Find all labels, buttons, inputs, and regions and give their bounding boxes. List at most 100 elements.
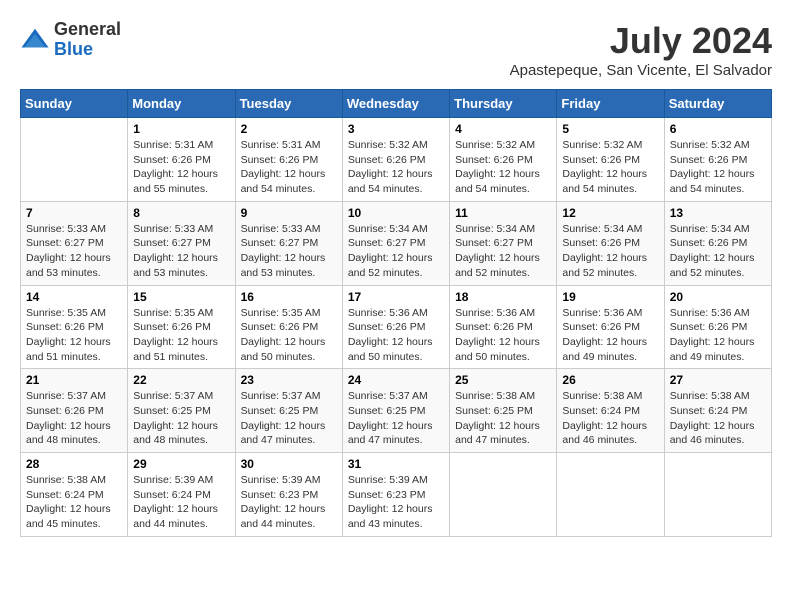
day-number: 11 <box>455 206 551 220</box>
calendar-day-cell: 26 Sunrise: 5:38 AM Sunset: 6:24 PM Dayli… <box>557 369 664 453</box>
calendar-day-cell <box>450 453 557 537</box>
calendar-day-cell: 7 Sunrise: 5:33 AM Sunset: 6:27 PM Daylig… <box>21 201 128 285</box>
day-info: Sunrise: 5:32 AM Sunset: 6:26 PM Dayligh… <box>670 138 766 197</box>
calendar-day-cell: 18 Sunrise: 5:36 AM Sunset: 6:26 PM Dayli… <box>450 285 557 369</box>
day-number: 29 <box>133 457 229 471</box>
day-number: 15 <box>133 290 229 304</box>
calendar-week-row: 14 Sunrise: 5:35 AM Sunset: 6:26 PM Dayli… <box>21 285 772 369</box>
day-number: 14 <box>26 290 122 304</box>
weekday-header-thursday: Thursday <box>450 90 557 118</box>
weekday-header-sunday: Sunday <box>21 90 128 118</box>
logo-general-text: General <box>54 20 121 40</box>
day-number: 19 <box>562 290 658 304</box>
calendar-day-cell: 31Sunrise: 5:39 AM Sunset: 6:23 PM Dayli… <box>342 453 449 537</box>
day-info: Sunrise: 5:36 AM Sunset: 6:26 PM Dayligh… <box>455 306 551 365</box>
weekday-header-friday: Friday <box>557 90 664 118</box>
calendar-day-cell: 22 Sunrise: 5:37 AM Sunset: 6:25 PM Dayli… <box>128 369 235 453</box>
day-number: 16 <box>241 290 337 304</box>
day-number: 18 <box>455 290 551 304</box>
calendar-day-cell: 23 Sunrise: 5:37 AM Sunset: 6:25 PM Dayli… <box>235 369 342 453</box>
day-info: Sunrise: 5:38 AM Sunset: 6:24 PM Dayligh… <box>562 389 658 448</box>
day-number: 26 <box>562 373 658 387</box>
location-subtitle: Apastepeque, San Vicente, El Salvador <box>510 62 772 79</box>
calendar-day-cell: 1 Sunrise: 5:31 AM Sunset: 6:26 PM Daylig… <box>128 118 235 202</box>
weekday-header-saturday: Saturday <box>664 90 771 118</box>
calendar-week-row: 28 Sunrise: 5:38 AM Sunset: 6:24 PM Dayli… <box>21 453 772 537</box>
day-number: 8 <box>133 206 229 220</box>
calendar-day-cell: 9 Sunrise: 5:33 AM Sunset: 6:27 PM Daylig… <box>235 201 342 285</box>
title-block: July 2024 Apastepeque, San Vicente, El S… <box>510 20 772 79</box>
day-number: 22 <box>133 373 229 387</box>
day-number: 13 <box>670 206 766 220</box>
day-number: 6 <box>670 122 766 136</box>
calendar-day-cell: 15 Sunrise: 5:35 AM Sunset: 6:26 PM Dayli… <box>128 285 235 369</box>
day-number: 31 <box>348 457 444 471</box>
day-number: 12 <box>562 206 658 220</box>
day-info: Sunrise: 5:38 AM Sunset: 6:24 PM Dayligh… <box>26 473 122 532</box>
day-info: Sunrise: 5:37 AM Sunset: 6:26 PM Dayligh… <box>26 389 122 448</box>
calendar-day-cell: 10Sunrise: 5:34 AM Sunset: 6:27 PM Dayli… <box>342 201 449 285</box>
day-info: Sunrise: 5:37 AM Sunset: 6:25 PM Dayligh… <box>241 389 337 448</box>
logo-icon <box>20 25 50 55</box>
calendar-day-cell: 17 Sunrise: 5:36 AM Sunset: 6:26 PM Dayli… <box>342 285 449 369</box>
day-info: Sunrise: 5:33 AM Sunset: 6:27 PM Dayligh… <box>241 222 337 281</box>
day-info: Sunrise: 5:31 AM Sunset: 6:26 PM Dayligh… <box>133 138 229 197</box>
calendar-week-row: 21Sunrise: 5:37 AM Sunset: 6:26 PM Dayli… <box>21 369 772 453</box>
day-info: Sunrise: 5:38 AM Sunset: 6:24 PM Dayligh… <box>670 389 766 448</box>
day-info: Sunrise: 5:35 AM Sunset: 6:26 PM Dayligh… <box>133 306 229 365</box>
day-info: Sunrise: 5:36 AM Sunset: 6:26 PM Dayligh… <box>670 306 766 365</box>
weekday-header-wednesday: Wednesday <box>342 90 449 118</box>
calendar-day-cell: 24Sunrise: 5:37 AM Sunset: 6:25 PM Dayli… <box>342 369 449 453</box>
calendar-body: 1 Sunrise: 5:31 AM Sunset: 6:26 PM Daylig… <box>21 118 772 537</box>
calendar-day-cell: 11Sunrise: 5:34 AM Sunset: 6:27 PM Dayli… <box>450 201 557 285</box>
day-number: 27 <box>670 373 766 387</box>
calendar-day-cell: 6 Sunrise: 5:32 AM Sunset: 6:26 PM Daylig… <box>664 118 771 202</box>
weekday-header-tuesday: Tuesday <box>235 90 342 118</box>
day-info: Sunrise: 5:37 AM Sunset: 6:25 PM Dayligh… <box>348 389 444 448</box>
calendar-header: SundayMondayTuesdayWednesdayThursdayFrid… <box>21 90 772 118</box>
weekday-header-row: SundayMondayTuesdayWednesdayThursdayFrid… <box>21 90 772 118</box>
day-number: 7 <box>26 206 122 220</box>
day-number: 1 <box>133 122 229 136</box>
calendar-day-cell: 3Sunrise: 5:32 AM Sunset: 6:26 PM Daylig… <box>342 118 449 202</box>
calendar-day-cell: 4 Sunrise: 5:32 AM Sunset: 6:26 PM Daylig… <box>450 118 557 202</box>
day-info: Sunrise: 5:32 AM Sunset: 6:26 PM Dayligh… <box>455 138 551 197</box>
day-info: Sunrise: 5:34 AM Sunset: 6:27 PM Dayligh… <box>348 222 444 281</box>
calendar-day-cell: 30Sunrise: 5:39 AM Sunset: 6:23 PM Dayli… <box>235 453 342 537</box>
calendar-day-cell: 13 Sunrise: 5:34 AM Sunset: 6:26 PM Dayli… <box>664 201 771 285</box>
calendar-day-cell: 12 Sunrise: 5:34 AM Sunset: 6:26 PM Dayli… <box>557 201 664 285</box>
day-info: Sunrise: 5:32 AM Sunset: 6:26 PM Dayligh… <box>562 138 658 197</box>
day-number: 2 <box>241 122 337 136</box>
day-info: Sunrise: 5:34 AM Sunset: 6:26 PM Dayligh… <box>562 222 658 281</box>
day-info: Sunrise: 5:31 AM Sunset: 6:26 PM Dayligh… <box>241 138 337 197</box>
calendar-day-cell: 20 Sunrise: 5:36 AM Sunset: 6:26 PM Dayli… <box>664 285 771 369</box>
calendar-day-cell: 27 Sunrise: 5:38 AM Sunset: 6:24 PM Dayli… <box>664 369 771 453</box>
day-info: Sunrise: 5:33 AM Sunset: 6:27 PM Dayligh… <box>133 222 229 281</box>
calendar-day-cell: 14 Sunrise: 5:35 AM Sunset: 6:26 PM Dayli… <box>21 285 128 369</box>
day-info: Sunrise: 5:36 AM Sunset: 6:26 PM Dayligh… <box>562 306 658 365</box>
calendar-day-cell: 19 Sunrise: 5:36 AM Sunset: 6:26 PM Dayli… <box>557 285 664 369</box>
calendar-day-cell: 28 Sunrise: 5:38 AM Sunset: 6:24 PM Dayli… <box>21 453 128 537</box>
calendar-day-cell: 29 Sunrise: 5:39 AM Sunset: 6:24 PM Dayli… <box>128 453 235 537</box>
day-number: 20 <box>670 290 766 304</box>
day-info: Sunrise: 5:36 AM Sunset: 6:26 PM Dayligh… <box>348 306 444 365</box>
calendar-day-cell: 21Sunrise: 5:37 AM Sunset: 6:26 PM Dayli… <box>21 369 128 453</box>
logo: General Blue <box>20 20 121 60</box>
logo-blue-text: Blue <box>54 40 121 60</box>
day-info: Sunrise: 5:33 AM Sunset: 6:27 PM Dayligh… <box>26 222 122 281</box>
calendar-day-cell: 25Sunrise: 5:38 AM Sunset: 6:25 PM Dayli… <box>450 369 557 453</box>
day-number: 17 <box>348 290 444 304</box>
day-number: 9 <box>241 206 337 220</box>
day-number: 23 <box>241 373 337 387</box>
calendar-day-cell: 16Sunrise: 5:35 AM Sunset: 6:26 PM Dayli… <box>235 285 342 369</box>
day-info: Sunrise: 5:39 AM Sunset: 6:24 PM Dayligh… <box>133 473 229 532</box>
day-info: Sunrise: 5:35 AM Sunset: 6:26 PM Dayligh… <box>26 306 122 365</box>
calendar-day-cell: 8 Sunrise: 5:33 AM Sunset: 6:27 PM Daylig… <box>128 201 235 285</box>
calendar-day-cell: 5Sunrise: 5:32 AM Sunset: 6:26 PM Daylig… <box>557 118 664 202</box>
calendar-day-cell <box>557 453 664 537</box>
day-info: Sunrise: 5:34 AM Sunset: 6:26 PM Dayligh… <box>670 222 766 281</box>
day-info: Sunrise: 5:37 AM Sunset: 6:25 PM Dayligh… <box>133 389 229 448</box>
day-number: 28 <box>26 457 122 471</box>
calendar-week-row: 1 Sunrise: 5:31 AM Sunset: 6:26 PM Daylig… <box>21 118 772 202</box>
day-number: 4 <box>455 122 551 136</box>
